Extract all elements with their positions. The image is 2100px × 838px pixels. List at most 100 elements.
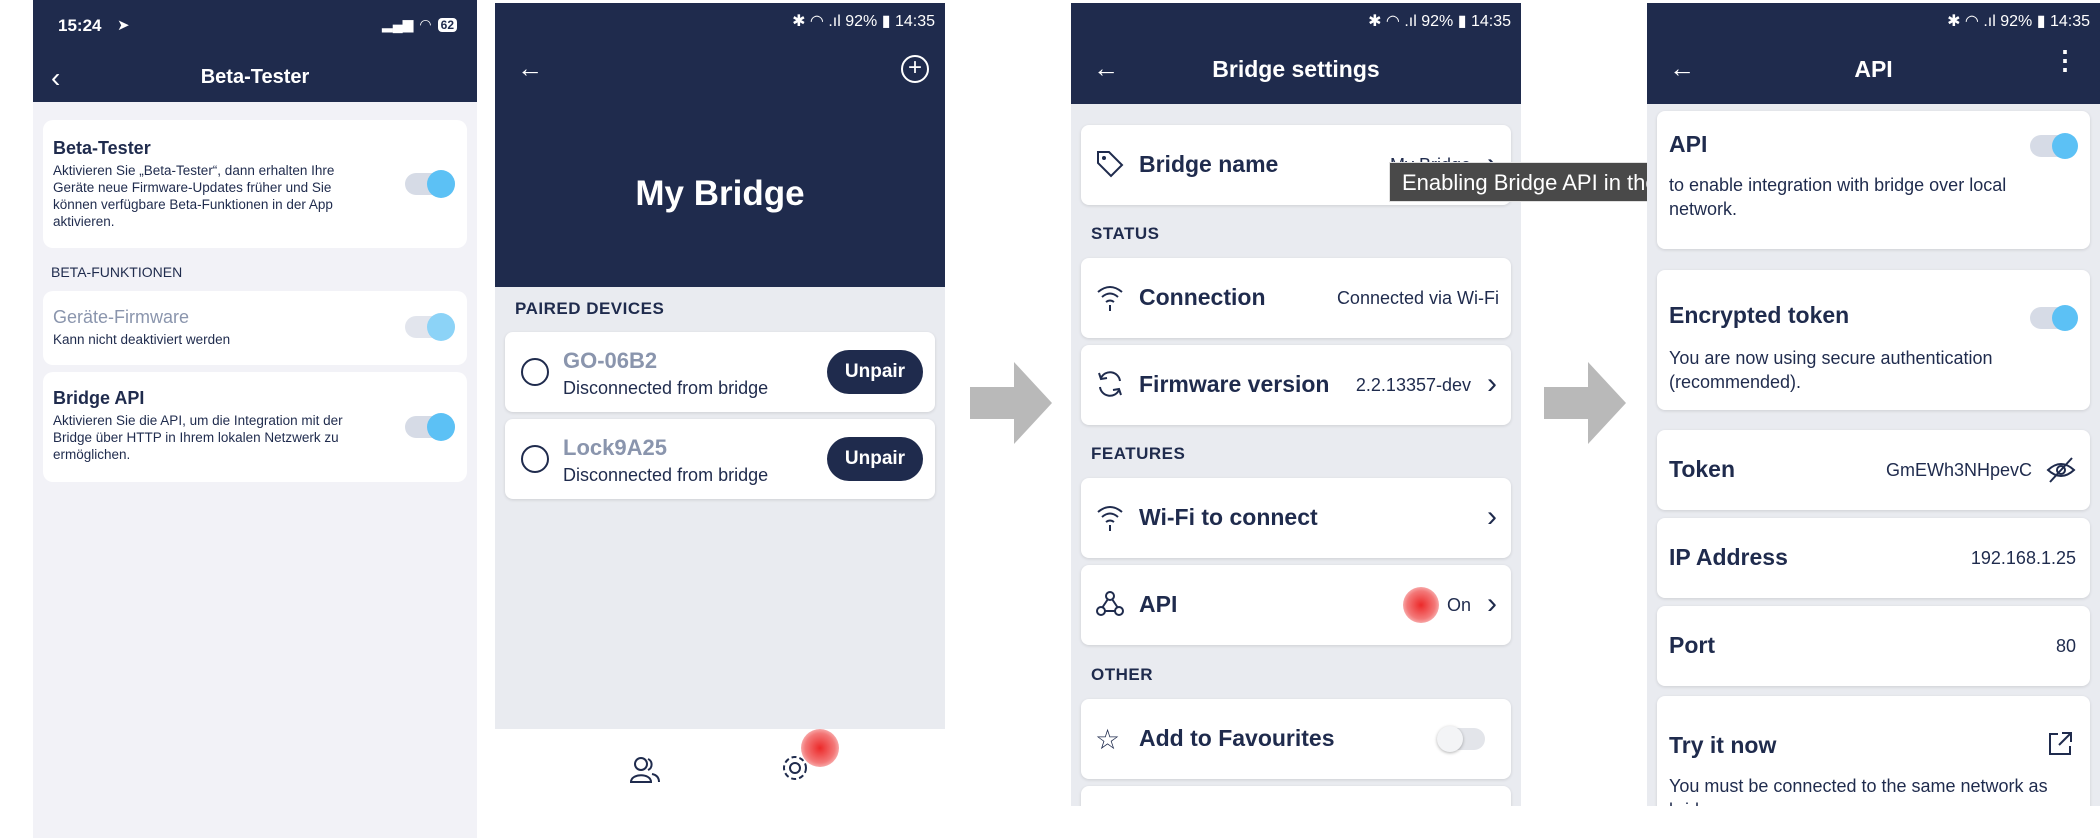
page-title: My Bridge bbox=[635, 174, 805, 213]
plus-circle-icon[interactable]: + bbox=[901, 55, 929, 83]
nav-bar: ‹ Beta-Tester bbox=[33, 56, 477, 102]
battery-percent: 92% bbox=[1421, 13, 1454, 30]
more-vertical-icon[interactable]: ⋮ bbox=[2052, 47, 2078, 73]
firmware-toggle[interactable] bbox=[405, 313, 455, 341]
toggle-knob bbox=[2052, 305, 2078, 331]
chevron-right-icon: › bbox=[1487, 367, 1497, 400]
next-row bbox=[1081, 786, 1511, 806]
battery-icon: ▮ bbox=[1453, 13, 1471, 30]
try-it-now-card[interactable]: Try it now You must be connected to the … bbox=[1657, 696, 2090, 806]
bridge-settings-screen: ✱ ◠ .ıl 92% ▮ 14:35 ← Bridge settings Br… bbox=[1071, 3, 1521, 806]
status-time: 15:24 bbox=[58, 16, 102, 35]
api-toggle[interactable] bbox=[2030, 133, 2078, 159]
beta-tester-toggle[interactable] bbox=[405, 170, 455, 198]
token-row: Token GmEWh3NHpevC bbox=[1657, 430, 2090, 510]
api-description: to enable integration with bridge over l… bbox=[1669, 175, 2007, 219]
unpair-button[interactable]: Unpair bbox=[827, 350, 923, 394]
header: ✱ ◠ .ıl 92% ▮ 14:35 ← + My Bridge bbox=[495, 3, 945, 287]
battery-icon: ▮ bbox=[877, 13, 895, 30]
page-title: Bridge settings bbox=[1212, 56, 1380, 82]
favourites-toggle[interactable] bbox=[1437, 726, 1485, 752]
firmware-value: 2.2.13357-dev bbox=[1355, 375, 1471, 395]
device-name: GO-06B2 bbox=[563, 348, 658, 373]
favourites-row[interactable]: ☆ Add to Favourites bbox=[1081, 699, 1511, 779]
try-it-now-label: Try it now bbox=[1669, 732, 1777, 758]
page-title: Beta-Tester bbox=[200, 66, 310, 88]
port-label: Port bbox=[1669, 632, 1715, 658]
firmware-card: Geräte-Firmware Kann nicht deaktiviert w… bbox=[43, 291, 467, 365]
bridge-api-toggle[interactable] bbox=[405, 413, 455, 441]
beta-tester-title: Beta-Tester bbox=[53, 138, 151, 158]
tag-icon bbox=[1095, 149, 1125, 186]
token-value: GmEWh3NHpevC bbox=[1885, 460, 2032, 480]
toggle-knob bbox=[2052, 133, 2078, 159]
flow-arrow-icon bbox=[1544, 362, 1626, 444]
status-icons: ✱ ◠ .ıl bbox=[792, 13, 846, 30]
back-arrow-icon[interactable]: ← bbox=[517, 53, 543, 84]
beta-tester-screen: 15:24 ➤ ▂▄▆ ◠ 62 ‹ Beta-Tester Beta-Test… bbox=[33, 0, 477, 838]
external-link-icon[interactable] bbox=[2046, 730, 2074, 763]
status-time: 14:35 bbox=[1470, 13, 1511, 30]
api-title: API bbox=[1669, 131, 1708, 157]
api-value: On bbox=[1446, 595, 1471, 615]
android-status-bar: ✱ ◠ .ıl 92% ▮ 14:35 bbox=[495, 3, 945, 37]
wifi-icon bbox=[1095, 502, 1125, 539]
users-icon[interactable] bbox=[629, 756, 660, 791]
api-label: API bbox=[1139, 591, 1178, 617]
section-label-beta-functions: BETA-FUNKTIONEN bbox=[51, 264, 183, 280]
firmware-row[interactable]: Firmware version 2.2.13357-dev › bbox=[1081, 345, 1511, 425]
signal-icon: ▂▄▆ bbox=[381, 16, 414, 32]
wifi-to-connect-label: Wi-Fi to connect bbox=[1139, 504, 1318, 530]
connection-value: Connected via Wi-Fi bbox=[1336, 288, 1499, 308]
encrypted-token-card: Encrypted token You are now using secure… bbox=[1657, 270, 2090, 410]
firmware-title: Geräte-Firmware bbox=[53, 307, 190, 327]
device-status: Disconnected from bridge bbox=[563, 465, 769, 485]
android-status-bar: ✱ ◠ .ıl 92% ▮ 14:35 bbox=[1071, 3, 1521, 37]
beta-tester-card: Beta-Tester Aktivieren Sie „Beta-Tester“… bbox=[43, 120, 467, 248]
connection-label: Connection bbox=[1139, 284, 1266, 310]
toggle-knob bbox=[1437, 726, 1463, 752]
status-time: 14:35 bbox=[2049, 13, 2090, 30]
encrypted-token-title: Encrypted token bbox=[1669, 302, 1850, 328]
device-row[interactable]: Lock9A25 Disconnected from bridge Unpair bbox=[505, 419, 935, 499]
toggle-knob bbox=[427, 313, 455, 341]
click-highlight bbox=[1403, 587, 1439, 623]
click-highlight bbox=[801, 729, 839, 767]
toggle-knob bbox=[427, 170, 455, 198]
webhook-icon bbox=[1095, 589, 1125, 626]
star-icon: ☆ bbox=[1095, 724, 1121, 755]
my-bridge-screen: ✱ ◠ .ıl 92% ▮ 14:35 ← + My Bridge PAIRED… bbox=[495, 3, 945, 838]
bridge-api-description: Aktivieren Sie die API, um die Integrati… bbox=[53, 413, 343, 462]
section-label-other: OTHER bbox=[1091, 665, 1153, 684]
header: ✱ ◠ .ıl 92% ▮ 14:35 ← Bridge settings bbox=[1071, 3, 1521, 104]
encrypted-token-toggle[interactable] bbox=[2030, 305, 2078, 331]
eye-off-icon[interactable] bbox=[2046, 456, 2076, 489]
api-card: API to enable integration with bridge ov… bbox=[1657, 111, 2090, 249]
api-row[interactable]: API On › bbox=[1081, 565, 1511, 645]
ios-status-bar: 15:24 ➤ ▂▄▆ ◠ 62 bbox=[33, 0, 477, 56]
port-value: 80 bbox=[2055, 636, 2076, 656]
chevron-right-icon: › bbox=[1487, 587, 1497, 620]
section-label-paired-devices: PAIRED DEVICES bbox=[515, 299, 665, 318]
wifi-icon: ◠ bbox=[419, 16, 432, 32]
android-status-bar: ✱ ◠ .ıl 92% ▮ 14:35 bbox=[1647, 3, 2100, 37]
unpair-button[interactable]: Unpair bbox=[827, 437, 923, 481]
ip-address-value: 192.168.1.25 bbox=[1970, 548, 2076, 568]
bridge-name-label: Bridge name bbox=[1139, 151, 1279, 177]
section-label-features: FEATURES bbox=[1091, 444, 1186, 463]
firmware-description: Kann nicht deaktiviert werden bbox=[53, 332, 231, 347]
wifi-to-connect-row[interactable]: Wi-Fi to connect › bbox=[1081, 478, 1511, 558]
bridge-api-card: Bridge API Aktivieren Sie die API, um di… bbox=[43, 372, 467, 482]
location-icon: ➤ bbox=[117, 17, 130, 34]
status-time: 14:35 bbox=[894, 13, 935, 30]
bottom-nav bbox=[495, 729, 945, 838]
token-label: Token bbox=[1669, 456, 1736, 482]
device-row[interactable]: GO-06B2 Disconnected from bridge Unpair bbox=[505, 332, 935, 412]
flow-arrow-icon bbox=[970, 362, 1052, 444]
device-name: Lock9A25 bbox=[563, 435, 667, 460]
header: ✱ ◠ .ıl 92% ▮ 14:35 ← API ⋮ bbox=[1647, 3, 2100, 104]
device-status: Disconnected from bridge bbox=[563, 378, 769, 398]
battery-icon: ▮ bbox=[2032, 13, 2050, 30]
try-it-now-description: You must be connected to the same networ… bbox=[1669, 776, 2048, 806]
battery-percent: 92% bbox=[845, 13, 878, 30]
